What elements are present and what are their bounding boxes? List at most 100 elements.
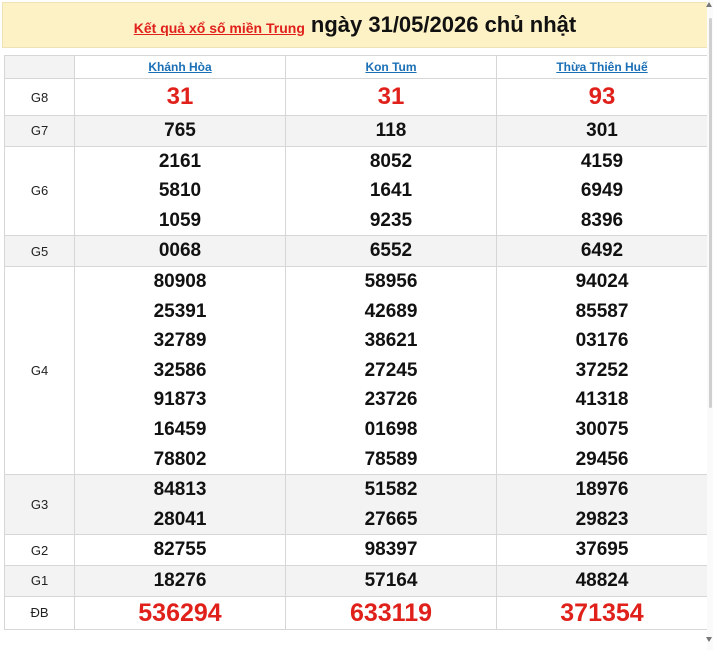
prize-cell: 58956 42689 38621 27245 23726 01698 78589: [285, 265, 497, 476]
prize-number: 6492: [580, 240, 624, 262]
prize-number: 41318: [575, 389, 629, 411]
prize-number: 32586: [153, 359, 207, 381]
prize-cell: 48824: [496, 564, 708, 597]
prize-number: 37252: [575, 359, 629, 381]
prize-cell: 118: [285, 115, 497, 147]
prize-cell: 82755: [74, 534, 286, 566]
prize-number: 03176: [575, 330, 629, 352]
prize-number: 94024: [575, 270, 629, 292]
prize-number: 18976: [575, 479, 629, 501]
province-header: Kon Tum: [285, 55, 497, 79]
prize-number: 18276: [153, 569, 207, 591]
prize-row: G8 31 31 93: [4, 78, 708, 116]
prize-row: G7 765 118 301: [4, 115, 708, 147]
prize-cell: 31: [285, 78, 497, 116]
prize-number: 78589: [364, 448, 418, 470]
prize-cell: 37695: [496, 534, 708, 566]
prize-cell: 0068: [74, 235, 286, 267]
draw-date-title: ngày 31/05/2026 chủ nhật: [310, 12, 577, 37]
prize-row: G2 82755 98397 37695: [4, 534, 708, 566]
prize-label: G4: [4, 265, 75, 476]
province-header: Thừa Thiên Huế: [496, 55, 708, 79]
prize-number: 78802: [153, 448, 207, 470]
province-link-kon-tum[interactable]: Kon Tum: [365, 60, 416, 74]
prize-cell: 536294: [74, 595, 286, 630]
province-link-khanh-hoa[interactable]: Khánh Hòa: [148, 60, 211, 74]
prize-cell: 6552: [285, 235, 497, 267]
prize-cell: 94024 85587 03176 37252 41318 30075 29456: [496, 265, 708, 476]
prize-number: 58956: [364, 270, 418, 292]
prize-number: 38621: [364, 330, 418, 352]
scrollbar-thumb[interactable]: [709, 18, 712, 408]
prize-cell: 84813 28041: [74, 474, 286, 536]
prize-number: 118: [375, 120, 407, 141]
prize-label: G2: [4, 534, 75, 566]
prize-number: 28041: [153, 508, 207, 530]
prize-cell: 51582 27665: [285, 474, 497, 536]
prize-number: 42689: [364, 300, 418, 322]
prize-cell: 765: [74, 115, 286, 147]
prize-number: 16459: [153, 418, 207, 440]
prize-number: 8052: [369, 150, 413, 172]
prize-number: 6552: [369, 240, 413, 262]
prize-number: 1641: [369, 180, 413, 202]
prize-row: G1 18276 57164 48824: [4, 564, 708, 597]
prize-cell: 371354: [496, 595, 708, 630]
prize-number: 98397: [364, 539, 418, 561]
prize-cell: 6492: [496, 235, 708, 267]
prize-row: G3 84813 28041 51582 27665 18976 29823: [4, 474, 708, 536]
prize-number: 93: [588, 83, 616, 110]
prize-label: G1: [4, 564, 75, 597]
prize-cell: 4159 6949 8396: [496, 145, 708, 237]
prize-number: 25391: [153, 300, 207, 322]
prize-number: 27245: [364, 359, 418, 381]
prize-number: 1059: [158, 209, 202, 231]
province-header-row: Khánh Hòa Kon Tum Thừa Thiên Huế: [4, 55, 708, 79]
vertical-scrollbar[interactable]: [706, 0, 713, 650]
results-header: Kết quả xổ số miền Trung ngày 31/05/2026…: [2, 2, 708, 48]
prize-number: 9235: [369, 209, 413, 231]
prize-number: 371354: [560, 598, 644, 627]
prize-number: 82755: [153, 539, 207, 561]
prize-number: 31: [377, 83, 405, 110]
prize-cell: 93: [496, 78, 708, 116]
prize-number: 29823: [575, 508, 629, 530]
prize-number: 51582: [364, 479, 418, 501]
prize-cell: 2161 5810 1059: [74, 145, 286, 237]
prize-cell: 31: [74, 78, 286, 116]
prize-number: 31: [166, 83, 194, 110]
prize-label: G5: [4, 235, 75, 267]
prize-cell: 57164: [285, 564, 497, 597]
prize-number: 48824: [575, 569, 629, 591]
prize-number: 6949: [580, 180, 624, 202]
prize-number: 37695: [575, 539, 629, 561]
scroll-up-arrow-icon[interactable]: [706, 2, 712, 7]
prize-number: 633119: [349, 598, 433, 627]
prize-number: 80908: [153, 270, 207, 292]
prize-row: G5 0068 6552 6492: [4, 235, 708, 267]
prize-label: G8: [4, 78, 75, 116]
prize-label: ĐB: [4, 595, 75, 630]
prize-row: G4 80908 25391 32789 32586 91873 16459 78802 589…: [4, 265, 708, 476]
prize-number: 2161: [158, 150, 202, 172]
prize-number: 32789: [153, 330, 207, 352]
prize-cell: 18976 29823: [496, 474, 708, 536]
central-lottery-results-link[interactable]: Kết quả xổ số miền Trung: [134, 20, 305, 36]
prize-number: 0068: [158, 240, 202, 262]
prize-row: ĐB 536294 633119 371354: [4, 595, 708, 630]
prize-number: 23726: [364, 389, 418, 411]
prize-cell: 98397: [285, 534, 497, 566]
prize-number: 57164: [364, 569, 418, 591]
prize-number: 301: [586, 120, 618, 141]
prize-number: 91873: [153, 389, 207, 411]
prize-label: G6: [4, 145, 75, 237]
scroll-down-arrow-icon[interactable]: [706, 637, 712, 642]
prize-label: G7: [4, 115, 75, 147]
province-link-thua-thien-hue[interactable]: Thừa Thiên Huế: [556, 60, 647, 74]
prize-number: 01698: [364, 418, 418, 440]
prize-row: G6 2161 5810 1059 8052 1641 9235 4159 6949 8396: [4, 145, 708, 237]
prize-cell: 18276: [74, 564, 286, 597]
prize-cell: 301: [496, 115, 708, 147]
prize-number: 765: [164, 120, 196, 141]
prize-cell: 80908 25391 32789 32586 91873 16459 78802: [74, 265, 286, 476]
